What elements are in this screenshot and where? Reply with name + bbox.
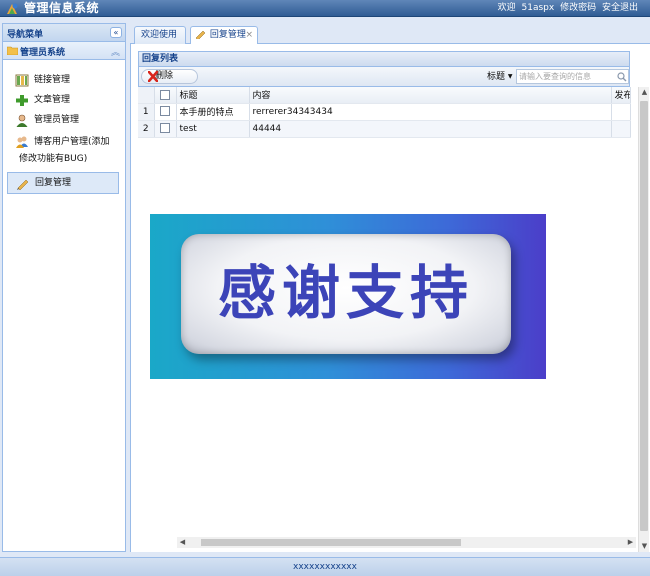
- change-password-link[interactable]: 修改密码: [560, 3, 596, 13]
- row-title: 本手册的特点: [176, 103, 250, 121]
- row-checkbox-cell: [154, 120, 177, 138]
- scroll-right-icon[interactable]: ▶: [625, 537, 636, 548]
- row-publish: [611, 120, 631, 138]
- horizontal-scrollbar[interactable]: ◀ ▶: [177, 537, 636, 548]
- column-header-content[interactable]: 内容: [249, 87, 612, 104]
- table-row[interactable]: 1 本手册的特点 rerrerer34343434: [138, 103, 631, 121]
- content-panel: 回复列表 删除 标题 ▼ 标题 内容 发布 1: [130, 44, 650, 552]
- grid-title: 回复列表: [138, 51, 630, 67]
- username: 51aspx: [521, 3, 555, 13]
- row-title: test: [176, 120, 250, 138]
- scroll-up-icon[interactable]: ▲: [639, 87, 650, 98]
- select-all-cell: [154, 87, 177, 104]
- nav-item-label: 链接管理: [34, 75, 71, 85]
- welcome-text: 欢迎: [497, 3, 516, 13]
- nav-item-blog-user-management[interactable]: 博客用户管理(添加修改功能有BUG): [7, 130, 119, 172]
- vertical-scrollbar[interactable]: ▲ ▼: [638, 87, 649, 552]
- scroll-down-icon[interactable]: ▼: [639, 541, 650, 552]
- banner-pill: 感谢支持: [181, 234, 511, 354]
- column-header-title[interactable]: 标题: [176, 87, 250, 104]
- delete-button[interactable]: 删除: [141, 69, 198, 84]
- row-content: rerrerer34343434: [249, 103, 612, 121]
- banner-text: 感谢支持: [217, 259, 474, 327]
- tab-bar: 欢迎使用 回复管理 ×: [130, 23, 650, 45]
- delete-icon: [148, 71, 158, 82]
- tab-welcome[interactable]: 欢迎使用: [134, 26, 186, 45]
- nav-item-article-management[interactable]: 文章管理: [7, 90, 119, 110]
- collapse-section-icon[interactable]: ︽: [111, 45, 120, 58]
- admin-system-section[interactable]: 管理员系统 ︽: [3, 42, 125, 60]
- nav-item-label: 管理员管理: [34, 115, 80, 125]
- nav-header: 导航菜单 «: [3, 24, 125, 42]
- scroll-left-icon[interactable]: ◀: [177, 537, 188, 548]
- search-input[interactable]: [516, 69, 629, 84]
- nav-item-label: 文章管理: [34, 95, 71, 105]
- collapse-nav-button[interactable]: «: [110, 27, 122, 38]
- row-checkbox[interactable]: [160, 106, 170, 117]
- nav-item-link-management[interactable]: 链接管理: [7, 70, 119, 90]
- app-title: 管理信息系统: [24, 1, 100, 15]
- table-row[interactable]: 2 test 44444: [138, 120, 631, 138]
- user-bar: 欢迎 51aspx 修改密码 安全退出: [495, 2, 638, 15]
- nav-item-admin-management[interactable]: 管理员管理: [7, 110, 119, 130]
- search-field-select[interactable]: 标题 ▼: [487, 69, 517, 84]
- search-field-label: 标题: [487, 72, 506, 82]
- table-header-row: 标题 内容 发布: [138, 87, 631, 104]
- row-number: 2: [138, 120, 155, 138]
- reply-table: 标题 内容 发布 1 本手册的特点 rerrerer34343434 2 tes…: [138, 87, 631, 138]
- vertical-scroll-thumb[interactable]: [640, 101, 648, 531]
- nav-title: 导航菜单: [7, 30, 44, 40]
- tab-label: 回复管理: [209, 30, 246, 40]
- folder-icon: [7, 46, 18, 55]
- pencil-icon: [195, 30, 206, 39]
- nav-item-label: 回复管理: [35, 178, 72, 188]
- logo-icon: [7, 3, 18, 14]
- pencil-icon: [17, 179, 29, 190]
- horizontal-scroll-thumb[interactable]: [201, 539, 461, 546]
- nav-panel: 导航菜单 « 管理员系统 ︽ 链接管理 文章管理 管理员管理 博客用户管理(添加…: [2, 23, 126, 552]
- tab-reply-management[interactable]: 回复管理 ×: [190, 26, 258, 45]
- nav-item-label: 博客用户管理(添加修改功能有BUG): [19, 137, 110, 164]
- footer: xxxxxxxxxxxx: [0, 557, 650, 576]
- nav-item-reply-management[interactable]: 回复管理: [7, 172, 119, 194]
- select-all-checkbox[interactable]: [160, 89, 170, 100]
- app-header: 管理信息系统 欢迎 51aspx 修改密码 安全退出: [0, 0, 650, 17]
- row-publish: [611, 103, 631, 121]
- section-title: 管理员系统: [20, 48, 66, 58]
- nav-list: 链接管理 文章管理 管理员管理 博客用户管理(添加修改功能有BUG) 回复管理: [3, 60, 125, 194]
- tab-label: 欢迎使用: [141, 30, 178, 40]
- row-number-header: [138, 87, 155, 104]
- grid-toolbar: 删除 标题 ▼: [138, 67, 630, 87]
- thanks-banner-image: 感谢支持: [150, 214, 546, 379]
- add-icon: [16, 95, 28, 106]
- column-header-publish[interactable]: 发布: [611, 87, 631, 104]
- row-content: 44444: [249, 120, 612, 138]
- users-icon: [16, 136, 28, 148]
- row-number: 1: [138, 103, 155, 121]
- logout-link[interactable]: 安全退出: [602, 3, 638, 13]
- dropdown-arrow-icon: ▼: [507, 73, 513, 80]
- close-tab-icon[interactable]: ×: [245, 27, 253, 43]
- row-checkbox[interactable]: [160, 123, 170, 134]
- footer-text: xxxxxxxxxxxx: [293, 562, 357, 572]
- columns-icon: [15, 74, 29, 87]
- user-icon: [16, 114, 28, 127]
- search-icon[interactable]: [617, 72, 627, 82]
- row-checkbox-cell: [154, 103, 177, 121]
